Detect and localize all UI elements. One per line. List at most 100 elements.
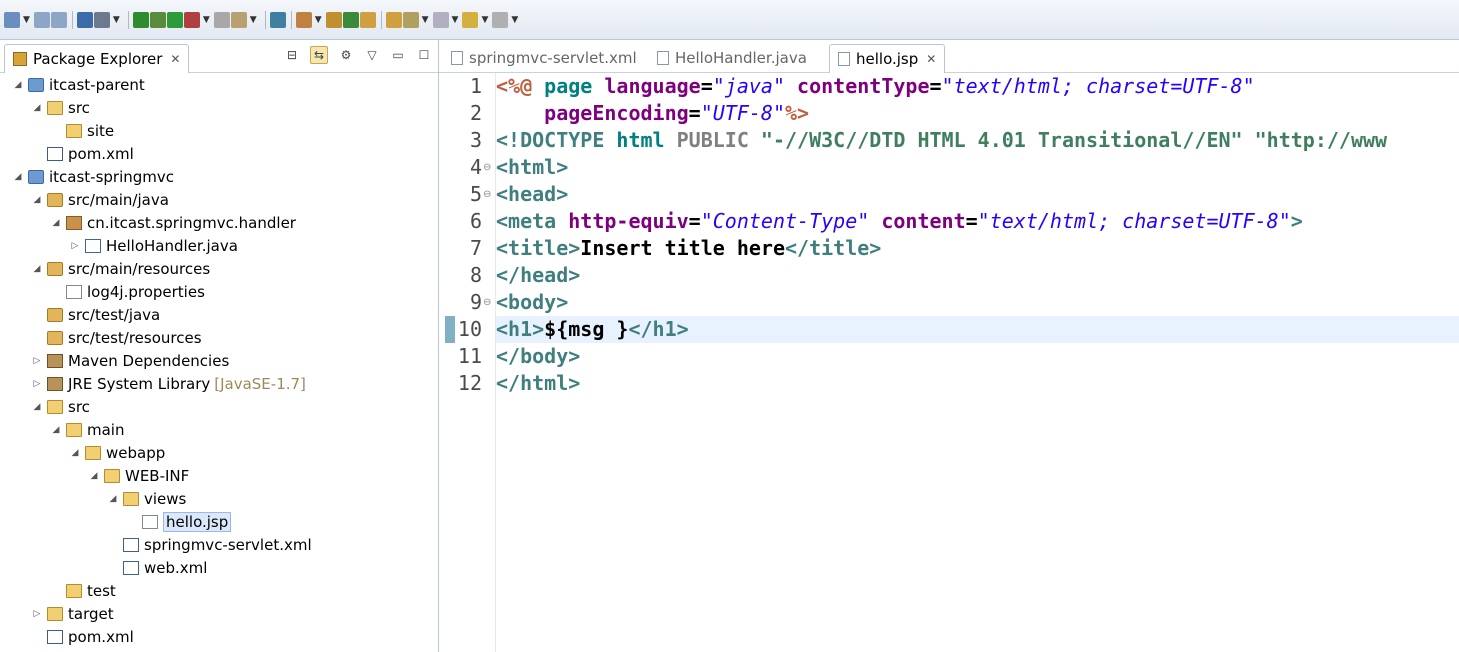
save-button[interactable] xyxy=(33,10,50,30)
dropdown-arrow-icon[interactable]: ▼ xyxy=(452,15,459,25)
tree-item[interactable]: ◢ WEB-INF xyxy=(88,464,190,487)
fold-toggle-icon[interactable]: ⊖ xyxy=(483,154,493,181)
dropdown-arrow-icon[interactable]: ▼ xyxy=(113,15,120,25)
tree-item[interactable]: ▷ target xyxy=(31,602,114,625)
code-token: = xyxy=(965,209,978,233)
code-token: contentType xyxy=(785,74,930,98)
maximize-icon[interactable]: ☐ xyxy=(416,47,432,63)
view-menu-icon[interactable]: ▽ xyxy=(364,47,380,63)
back-button[interactable] xyxy=(462,10,479,30)
coverage-button[interactable] xyxy=(213,10,230,30)
dropdown-arrow-icon[interactable]: ▼ xyxy=(422,15,429,25)
prev-annotation-button[interactable] xyxy=(402,10,419,30)
dropdown-arrow-icon[interactable]: ▼ xyxy=(511,15,518,25)
code-token: = xyxy=(688,209,701,233)
skip-breakpoints-button[interactable] xyxy=(93,10,110,30)
tree-item[interactable]: ◢ src/main/java xyxy=(31,188,169,211)
dropdown-arrow-icon[interactable]: ▼ xyxy=(481,15,488,25)
close-icon[interactable]: ✕ xyxy=(926,52,936,66)
new-button[interactable] xyxy=(4,10,20,30)
open-folder-button[interactable] xyxy=(385,10,402,30)
close-icon[interactable]: ✕ xyxy=(170,52,180,66)
code-token: content xyxy=(869,209,966,233)
external-tools-button[interactable] xyxy=(183,10,200,30)
run-button[interactable] xyxy=(166,10,183,30)
filters-icon[interactable]: ⚙ xyxy=(338,47,354,63)
code-token: = xyxy=(688,101,701,125)
expanded-twisty-icon[interactable]: ◢ xyxy=(69,448,81,458)
fold-toggle-icon[interactable]: ⊖ xyxy=(483,181,493,208)
dropdown-arrow-icon[interactable]: ▼ xyxy=(203,15,210,25)
tree-item[interactable]: ◢ src xyxy=(31,96,90,119)
expanded-twisty-icon[interactable]: ◢ xyxy=(31,195,43,205)
tab-hello-jsp[interactable]: hello.jsp ✕ xyxy=(829,44,946,73)
code-text-area[interactable]: <%@ page language="java" contentType="te… xyxy=(496,73,1459,652)
xml-file-icon xyxy=(123,560,139,575)
collapsed-twisty-icon[interactable]: ▷ xyxy=(69,241,81,251)
tree-item[interactable]: ◢ itcast-springmvc xyxy=(12,165,175,188)
tab-springmvc-servlet-xml[interactable]: springmvc-servlet.xml xyxy=(443,44,645,72)
collapsed-twisty-icon[interactable]: ▷ xyxy=(31,609,43,619)
forward-button[interactable] xyxy=(492,10,509,30)
tree-item[interactable]: ◢ src xyxy=(31,395,90,418)
skip-breakpoints-icon xyxy=(93,11,110,28)
next-annotation-button[interactable] xyxy=(432,10,449,30)
expanded-twisty-icon[interactable]: ◢ xyxy=(88,471,100,481)
expanded-twisty-icon[interactable]: ◢ xyxy=(107,494,119,504)
library-icon xyxy=(47,376,63,391)
search-button[interactable] xyxy=(269,10,286,30)
save-all-button[interactable] xyxy=(50,10,67,30)
tree-item[interactable]: ◢ cn.itcast.springmvc.handler xyxy=(50,211,296,234)
tree-item[interactable]: ▷ HelloHandler.java xyxy=(69,234,238,257)
console-button[interactable] xyxy=(76,10,93,30)
tree-item[interactable]: ▷ JRE System Library [JavaSE-1.7] xyxy=(31,372,306,395)
code-token: = xyxy=(929,74,942,98)
debug-button[interactable] xyxy=(149,10,166,30)
toolbar-separator xyxy=(127,10,129,29)
new-class-button[interactable] xyxy=(342,10,359,30)
tree-item[interactable]: pom.xml xyxy=(31,142,134,165)
expanded-twisty-icon[interactable]: ◢ xyxy=(50,218,62,228)
code-line: <%@ page language="java" contentType="te… xyxy=(496,73,1255,100)
code-token: "-//W3C//DTD HTML 4.01 Transitional//EN" xyxy=(748,128,1243,152)
dropdown-arrow-icon[interactable]: ▼ xyxy=(315,15,322,25)
minimize-icon[interactable]: ▭ xyxy=(390,47,406,63)
terminate-button[interactable] xyxy=(132,10,149,30)
fold-toggle-icon[interactable]: ⊖ xyxy=(483,289,493,316)
dropdown-arrow-icon[interactable]: ▼ xyxy=(250,15,257,25)
tree-item[interactable]: site xyxy=(50,119,114,142)
expanded-twisty-icon[interactable]: ◢ xyxy=(31,402,43,412)
expanded-twisty-icon[interactable]: ◢ xyxy=(31,103,43,113)
collapsed-twisty-icon[interactable]: ▷ xyxy=(31,356,43,366)
expanded-twisty-icon[interactable]: ◢ xyxy=(31,264,43,274)
package-explorer-title: Package Explorer xyxy=(33,50,163,68)
expanded-twisty-icon[interactable]: ◢ xyxy=(12,80,24,90)
tree-item[interactable]: src/test/resources xyxy=(31,326,202,349)
tree-item[interactable]: pom.xml xyxy=(31,625,134,648)
open-type-icon xyxy=(359,11,376,28)
link-with-editor-icon[interactable]: ⇆ xyxy=(310,46,328,64)
collapse-all-icon[interactable]: ⊟ xyxy=(284,47,300,63)
tree-item[interactable]: ◢ views xyxy=(107,487,187,510)
dropdown-arrow-icon[interactable]: ▼ xyxy=(23,15,30,25)
expanded-twisty-icon[interactable]: ◢ xyxy=(12,172,24,182)
new-project-button[interactable] xyxy=(295,10,312,30)
tree-item[interactable]: log4j.properties xyxy=(50,280,205,303)
new-package-button[interactable] xyxy=(325,10,342,30)
tree-item[interactable]: ◢ main xyxy=(50,418,125,441)
tree-item[interactable]: src/test/java xyxy=(31,303,160,326)
build-button[interactable] xyxy=(230,10,247,30)
tree-item[interactable]: springmvc-servlet.xml xyxy=(107,533,312,556)
tree-item[interactable]: ◢ src/main/resources xyxy=(31,257,211,280)
expanded-twisty-icon[interactable]: ◢ xyxy=(50,425,62,435)
tab-hellohandler-java[interactable]: HelloHandler.java xyxy=(649,44,815,72)
tree-item[interactable]: web.xml xyxy=(107,556,207,579)
open-type-button[interactable] xyxy=(359,10,376,30)
tree-item[interactable]: ◢ itcast-parent xyxy=(12,73,145,96)
tree-item[interactable]: ◢ webapp xyxy=(69,441,166,464)
tree-item[interactable]: hello.jsp xyxy=(126,510,232,533)
collapsed-twisty-icon[interactable]: ▷ xyxy=(31,379,43,389)
tree-item[interactable]: test xyxy=(50,579,116,602)
tab-package-explorer[interactable]: Package Explorer ✕ xyxy=(4,44,190,73)
tree-item[interactable]: ▷ Maven Dependencies xyxy=(31,349,230,372)
